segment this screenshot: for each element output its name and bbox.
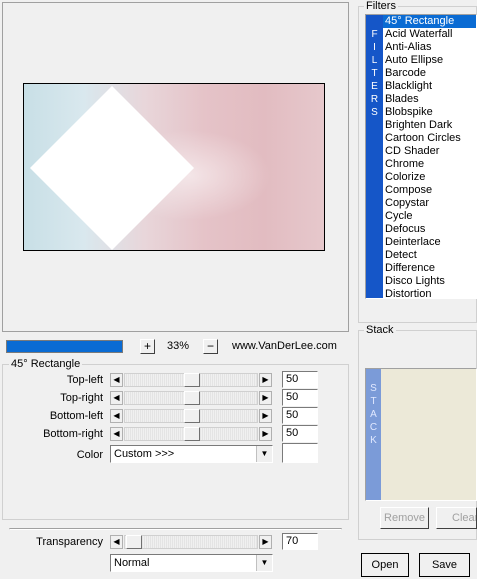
slider-right-arrow-icon[interactable]: ▶ [259, 391, 272, 405]
color-select-value: Custom >>> [114, 448, 175, 460]
filter-item[interactable]: Disco Lights [383, 275, 476, 288]
slider-left-arrow-icon[interactable]: ◀ [110, 409, 123, 423]
filter-item[interactable]: Chrome [383, 158, 476, 171]
filter-item[interactable]: Defocus [383, 223, 476, 236]
slider-thumb-top-left[interactable] [184, 373, 200, 387]
filters-letter: E [371, 81, 378, 92]
clear-button[interactable]: Clear [436, 507, 477, 529]
filters-letter: L [371, 55, 378, 66]
transparency-value-field[interactable]: 70 [282, 533, 318, 550]
slider-thumb-transparency[interactable] [126, 535, 142, 549]
stack-band: STACK [366, 369, 381, 500]
slider-thumb-bottom-left[interactable] [184, 409, 200, 423]
filter-item[interactable]: Difference [383, 262, 476, 275]
slider-left-arrow-icon[interactable]: ◀ [110, 373, 123, 387]
white-diamond-shape [29, 85, 195, 250]
slider-left-arrow-icon[interactable]: ◀ [110, 535, 123, 549]
top-left-value-field[interactable]: 50 [282, 371, 318, 388]
slider-right-arrow-icon[interactable]: ▶ [259, 427, 272, 441]
filters-list[interactable]: 45° Rectangle Acid Waterfall Anti-Alias Aut… [383, 15, 476, 298]
stack-group-title: Stack [364, 324, 396, 336]
stack-letter: A [370, 409, 377, 420]
filters-band: FILTERS [366, 15, 383, 298]
slider-right-arrow-icon[interactable]: ▶ [259, 373, 272, 387]
progress-bar [6, 340, 123, 353]
remove-button[interactable]: Remove [380, 507, 429, 529]
filter-item[interactable]: Acid Waterfall [383, 28, 476, 41]
open-button[interactable]: Open [361, 553, 409, 577]
filter-item[interactable]: Blacklight [383, 80, 476, 93]
filter-item[interactable]: Cartoon Circles [383, 132, 476, 145]
filter-item[interactable]: Brighten Dark [383, 119, 476, 132]
filter-item[interactable]: Cycle [383, 210, 476, 223]
filters-letter: R [370, 94, 379, 105]
slider-track-transparency[interactable] [124, 535, 258, 549]
zoom-in-button[interactable]: + [140, 339, 155, 354]
param-label-bottom-right: Bottom-right [43, 428, 103, 440]
filter-item[interactable]: CD Shader [383, 145, 476, 158]
stack-letter: S [370, 383, 377, 394]
color-swatch[interactable] [282, 443, 318, 463]
filter-item[interactable]: Auto Ellipse [383, 54, 476, 67]
param-label-top-right: Top-right [60, 392, 103, 404]
color-label: Color [76, 449, 103, 461]
filter-item[interactable]: Barcode [383, 67, 476, 80]
filter-item[interactable]: 45° Rectangle [383, 15, 476, 28]
slider-right-arrow-icon[interactable]: ▶ [259, 535, 272, 549]
color-select[interactable]: Custom >>> ▼ [110, 445, 273, 463]
stack-letter: T [370, 396, 377, 407]
bottom-right-value-field[interactable]: 50 [282, 425, 318, 442]
param-label-bottom-left: Bottom-left [49, 410, 103, 422]
slider-thumb-top-right[interactable] [184, 391, 200, 405]
filters-letter: T [371, 68, 378, 79]
blend-mode-value: Normal [114, 557, 150, 569]
filters-letter: F [371, 29, 378, 40]
preview-image [23, 83, 325, 251]
slider-right-arrow-icon[interactable]: ▶ [259, 409, 272, 423]
filter-item[interactable]: Colorize [383, 171, 476, 184]
filters-group-title: Filters [364, 0, 398, 12]
filter-item[interactable]: Blobspike [383, 106, 476, 119]
save-button[interactable]: Save [419, 553, 470, 577]
blend-mode-select[interactable]: Normal ▼ [110, 554, 273, 572]
filter-item[interactable]: Detect [383, 249, 476, 262]
zoom-out-button[interactable]: − [203, 339, 218, 354]
params-group-title: 45° Rectangle [9, 358, 83, 370]
stack-letter: C [369, 422, 378, 433]
divider [9, 528, 342, 530]
filters-letter: I [373, 42, 376, 53]
top-right-value-field[interactable]: 50 [282, 389, 318, 406]
param-label-top-left: Top-left [66, 374, 103, 386]
slider-left-arrow-icon[interactable]: ◀ [110, 391, 123, 405]
filter-item[interactable]: Anti-Alias [383, 41, 476, 54]
filter-item[interactable]: Blades [383, 93, 476, 106]
slider-thumb-bottom-right[interactable] [184, 427, 200, 441]
filter-item[interactable]: Copystar [383, 197, 476, 210]
filters-letter: S [371, 107, 378, 118]
website-link[interactable]: www.VanDerLee.com [232, 339, 342, 354]
chevron-down-icon[interactable]: ▼ [256, 555, 272, 571]
stack-list[interactable] [365, 368, 477, 501]
filter-item[interactable]: Distortion [383, 288, 476, 298]
stack-letter: K [370, 435, 377, 446]
slider-left-arrow-icon[interactable]: ◀ [110, 427, 123, 441]
filter-item[interactable]: Compose [383, 184, 476, 197]
bottom-left-value-field[interactable]: 50 [282, 407, 318, 424]
chevron-down-icon[interactable]: ▼ [256, 446, 272, 462]
zoom-level: 33% [166, 340, 190, 352]
transparency-label: Transparency [36, 536, 103, 548]
filter-item[interactable]: Deinterlace [383, 236, 476, 249]
